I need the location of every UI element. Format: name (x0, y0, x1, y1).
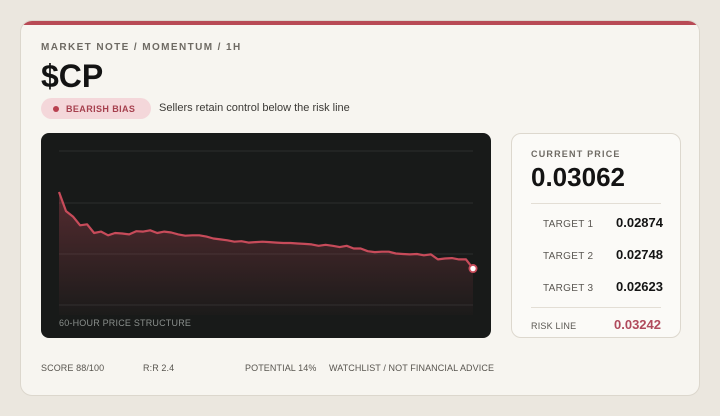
market-note-card: MARKET NOTE / MOMENTUM / 1H $CP BEARISH … (20, 20, 700, 396)
bias-badge: BEARISH BIAS (41, 98, 152, 119)
risk-line-row: RISK LINE 0.03242 (531, 317, 661, 332)
risk-line-value: 0.03242 (614, 317, 661, 332)
target-row-1: TARGET 1 0.02874 (543, 215, 663, 230)
target-value: 0.02748 (616, 247, 663, 262)
bias-badge-label: BEARISH BIAS (66, 103, 136, 114)
risk-line-label: RISK LINE (531, 321, 577, 331)
footer-potential: POTENTIAL 14% (245, 363, 317, 373)
current-price-value: 0.03062 (531, 162, 625, 192)
price-chart-svg (57, 150, 478, 315)
eyebrow-label: MARKET NOTE / MOMENTUM / 1H (41, 42, 242, 53)
chart-caption: 60-HOUR PRICE STRUCTURE (59, 318, 192, 328)
current-price-card: CURRENT PRICE 0.03062 TARGET 1 0.02874 T… (511, 133, 681, 338)
target-label: TARGET 3 (543, 283, 594, 294)
current-price-label: CURRENT PRICE (531, 149, 621, 159)
target-row-3: TARGET 3 0.02623 (543, 279, 663, 294)
price-chart: 60-HOUR PRICE STRUCTURE (41, 133, 491, 338)
risk-divider (531, 307, 661, 308)
target-label: TARGET 2 (543, 251, 594, 262)
bias-dot-icon (53, 105, 59, 112)
last-price-point (468, 264, 478, 274)
target-row-2: TARGET 2 0.02748 (543, 247, 663, 262)
target-label: TARGET 1 (543, 219, 594, 230)
target-value: 0.02623 (616, 279, 663, 294)
footer-disclaimer: WATCHLIST / NOT FINANCIAL ADVICE (329, 363, 495, 373)
footer-score: SCORE 88/100 (41, 363, 105, 373)
ticker-symbol: $CP (41, 58, 104, 94)
bias-note: Sellers retain control below the risk li… (159, 102, 350, 114)
footer-risk-reward: R:R 2.4 (143, 363, 175, 373)
target-value: 0.02874 (616, 215, 663, 230)
price-divider (531, 203, 661, 204)
card-accent-bar (21, 21, 699, 25)
